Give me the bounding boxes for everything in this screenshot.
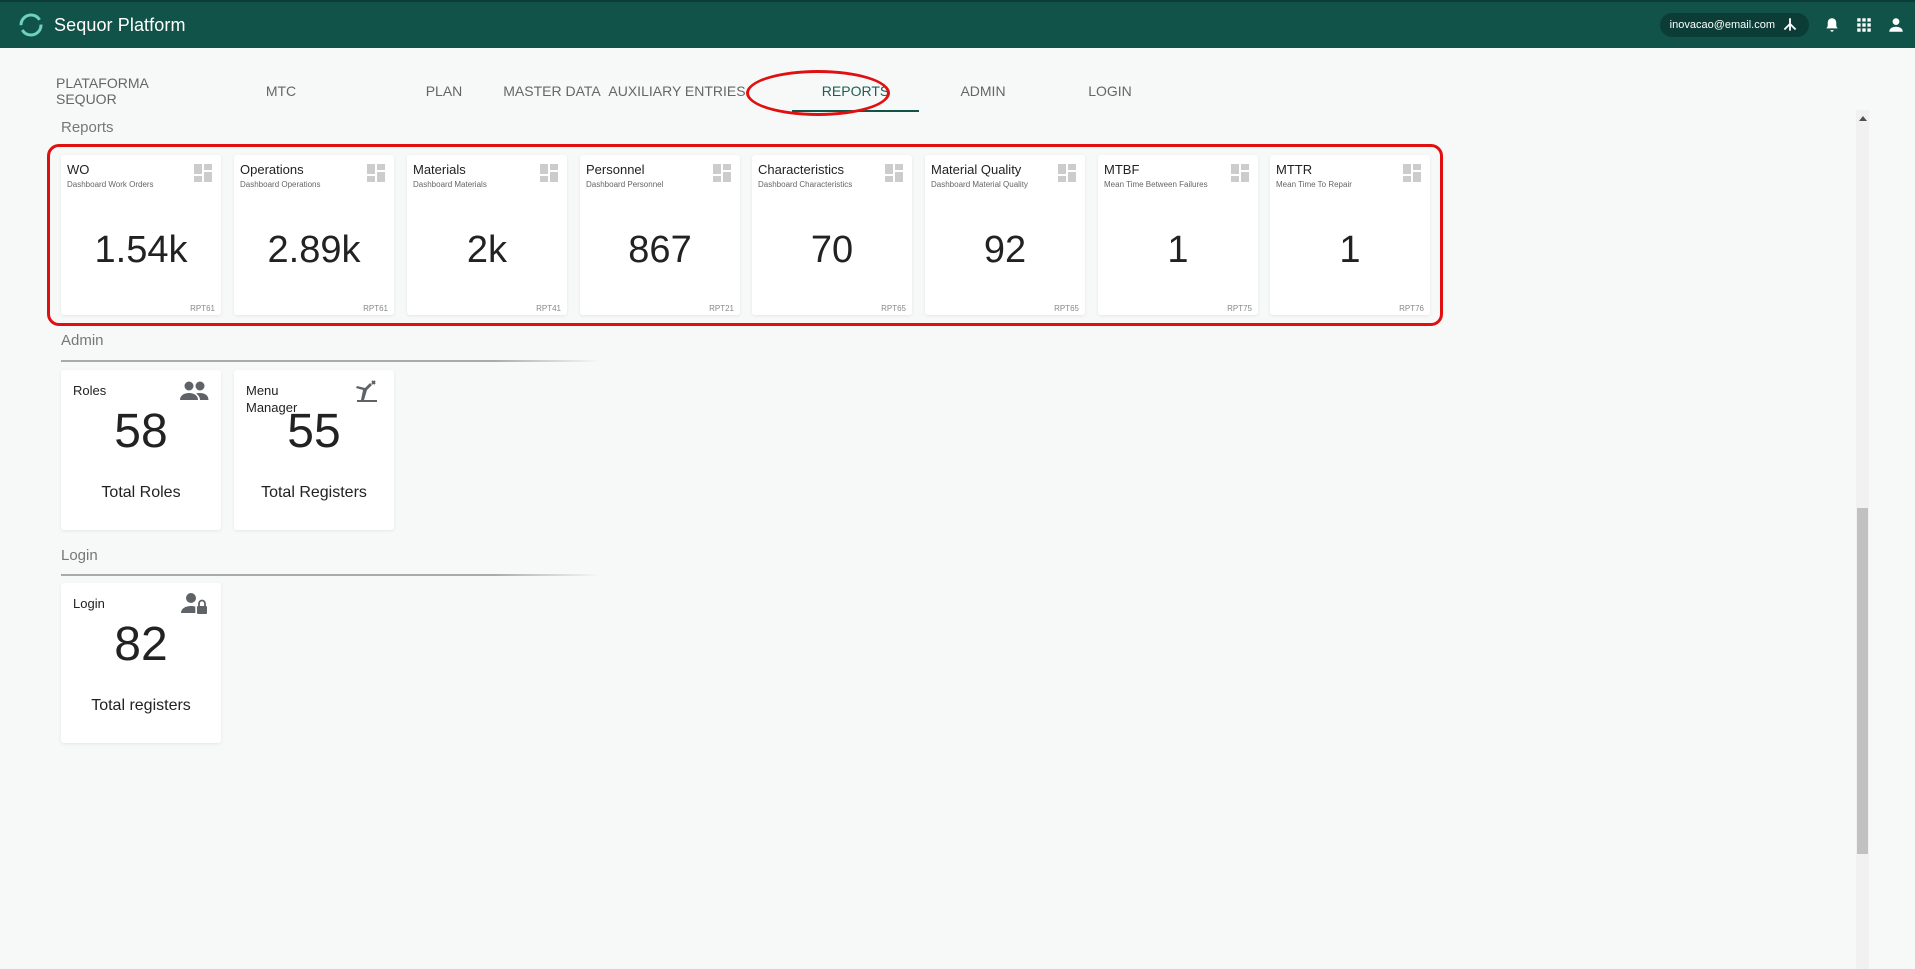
- admin-section-label: Admin: [61, 332, 104, 349]
- scrollbar-thumb[interactable]: [1857, 508, 1868, 854]
- reports-highlight-box: [47, 144, 1443, 326]
- admin-section-divider: [61, 360, 601, 362]
- user-icon[interactable]: [1887, 16, 1905, 34]
- tab-plan[interactable]: PLAN: [404, 72, 484, 110]
- bell-icon[interactable]: [1823, 16, 1841, 34]
- login-card-footer: Total registers: [91, 697, 191, 714]
- user-account-chip[interactable]: inovacao@email.com: [1659, 13, 1809, 37]
- tab-login[interactable]: LOGIN: [1050, 72, 1170, 110]
- user-lock-icon: [181, 593, 207, 614]
- tab-auxiliary-entries[interactable]: AUXILIARY ENTRIES: [604, 72, 750, 110]
- app-title: Sequor Platform: [54, 14, 186, 35]
- login-card[interactable]: Login 82 Total registers: [61, 583, 221, 743]
- login-card-value: 82: [114, 618, 168, 671]
- admin-card-footer: Total Roles: [101, 484, 181, 501]
- admin-card-value: 58: [114, 405, 168, 458]
- admin-card-roles[interactable]: Roles 58 Total Roles: [61, 370, 221, 530]
- user-email: inovacao@email.com: [1669, 19, 1775, 31]
- sitemap-icon[interactable]: [1781, 16, 1799, 34]
- sequor-logo-icon: [19, 13, 43, 37]
- apps-grid-icon[interactable]: [1855, 16, 1873, 34]
- login-card-title: Login: [73, 596, 105, 611]
- reports-section-label: Reports: [61, 119, 114, 136]
- people-icon: [180, 381, 209, 400]
- top-app-bar: Sequor Platform inovacao@email.com: [0, 0, 1915, 48]
- admin-card-menu-manager[interactable]: Menu Manager 55 Total Registers: [234, 370, 394, 530]
- menu-manager-icon: [356, 380, 377, 402]
- reports-tab-highlight-circle: [746, 70, 890, 116]
- scroll-up-arrow-icon[interactable]: [1856, 110, 1869, 126]
- login-section-divider: [61, 574, 601, 576]
- admin-card-footer: Total Registers: [261, 484, 367, 501]
- tab-plataforma-sequor[interactable]: PLATAFORMA SEQUOR: [56, 72, 206, 110]
- admin-card-title: Roles: [73, 383, 107, 398]
- admin-card-value: 55: [287, 405, 341, 458]
- header-actions: inovacao@email.com: [1659, 2, 1905, 48]
- tab-mtc[interactable]: MTC: [245, 72, 317, 110]
- main-tabs: PLATAFORMA SEQUOR MTC PLAN MASTER DATA A…: [40, 72, 1840, 112]
- tab-master-data[interactable]: MASTER DATA: [484, 72, 620, 110]
- tab-admin[interactable]: ADMIN: [920, 72, 1046, 110]
- login-section-label: Login: [61, 547, 98, 564]
